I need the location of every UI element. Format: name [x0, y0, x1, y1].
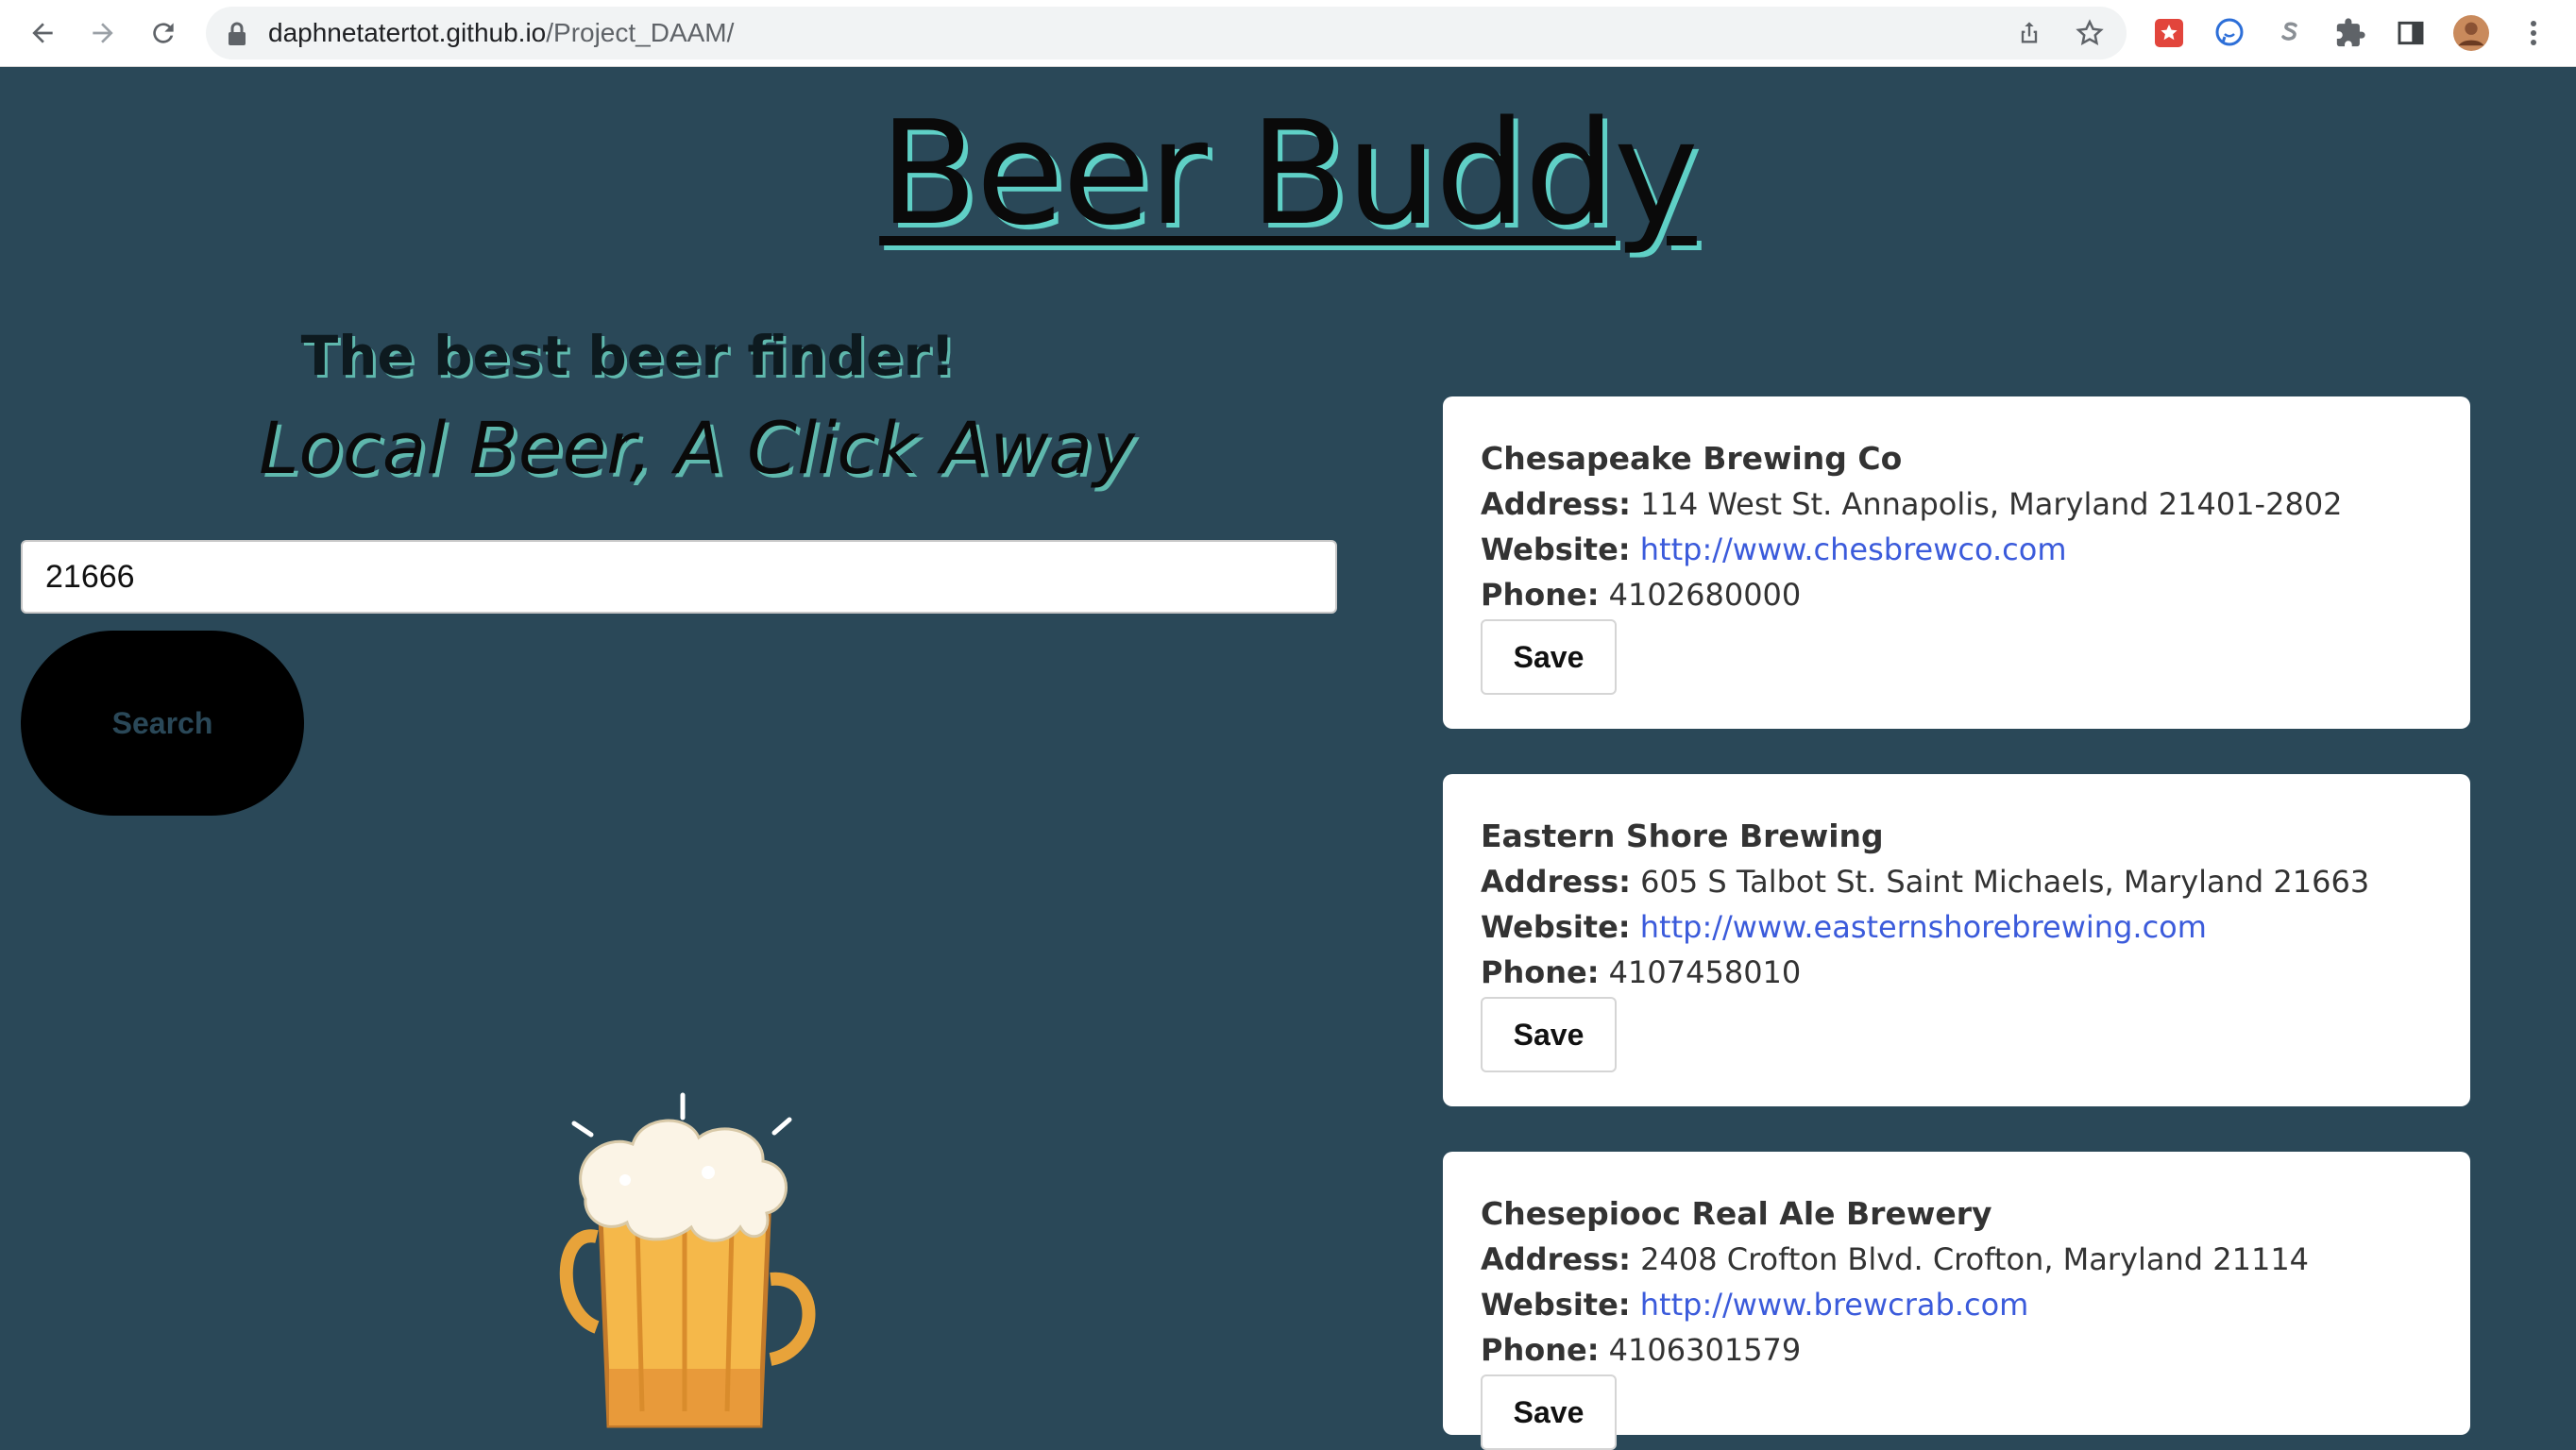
save-button[interactable]: Save [1481, 619, 1617, 695]
browser-menu-icon[interactable] [2516, 15, 2551, 51]
extension-chat-icon[interactable] [2212, 15, 2247, 51]
url-text: daphnetatertot.github.io/Project_DAAM/ [268, 18, 735, 47]
phone-row: Phone: 4106301579 [1481, 1332, 1802, 1368]
address-bar[interactable]: daphnetatertot.github.io/Project_DAAM/ [206, 7, 2127, 59]
brewery-card: Eastern Shore Brewing Address: 605 S Tal… [1443, 774, 2470, 1106]
reload-icon[interactable] [140, 9, 187, 57]
beer-mug-illustration [548, 1086, 822, 1439]
side-panel-icon[interactable] [2393, 15, 2429, 51]
save-button[interactable]: Save [1481, 1374, 1617, 1450]
lock-icon [227, 22, 247, 50]
extensions-puzzle-icon[interactable] [2332, 15, 2368, 51]
browser-toolbar: daphnetatertot.github.io/Project_DAAM/ [0, 0, 2576, 67]
address-row: Address: 2408 Crofton Blvd. Crofton, Mar… [1481, 1241, 2310, 1277]
brewery-name: Eastern Shore Brewing [1481, 818, 1884, 854]
address-row: Address: 114 West St. Annapolis, Marylan… [1481, 486, 2343, 522]
share-icon[interactable] [2015, 19, 2043, 47]
save-button[interactable]: Save [1481, 997, 1617, 1072]
website-row: Website: http://www.chesbrewco.com [1481, 531, 2067, 567]
tagline: The best beer finder! [300, 324, 956, 388]
forward-icon[interactable] [79, 9, 127, 57]
sub-tagline: Local Beer, A Click Away [259, 406, 1135, 490]
website-link[interactable]: http://www.brewcrab.com [1640, 1287, 2029, 1323]
extension-s-icon[interactable] [2272, 15, 2308, 51]
website-row: Website: http://www.easternshorebrewing.… [1481, 909, 2207, 945]
phone-row: Phone: 4107458010 [1481, 954, 1802, 990]
search-button[interactable]: Search [21, 631, 304, 816]
brewery-name: Chesapeake Brewing Co [1481, 440, 1903, 477]
website-link[interactable]: http://www.chesbrewco.com [1640, 531, 2067, 567]
brewery-card: Chesapeake Brewing Co Address: 114 West … [1443, 396, 2470, 729]
website-row: Website: http://www.brewcrab.com [1481, 1287, 2029, 1323]
page-title: Beer Buddy [879, 90, 1699, 257]
profile-avatar[interactable] [2453, 15, 2489, 51]
zip-search-input[interactable] [21, 540, 1337, 614]
phone-row: Phone: 4102680000 [1481, 577, 1802, 613]
website-link[interactable]: http://www.easternshorebrewing.com [1640, 909, 2207, 945]
back-icon[interactable] [19, 9, 66, 57]
brewery-card: Chesepiooc Real Ale Brewery Address: 240… [1443, 1152, 2470, 1450]
address-row: Address: 605 S Talbot St. Saint Michaels… [1481, 864, 2370, 900]
extension-red-icon[interactable] [2151, 15, 2187, 51]
brewery-name: Chesepiooc Real Ale Brewery [1481, 1195, 1992, 1232]
bookmark-star-icon[interactable] [2076, 19, 2104, 47]
